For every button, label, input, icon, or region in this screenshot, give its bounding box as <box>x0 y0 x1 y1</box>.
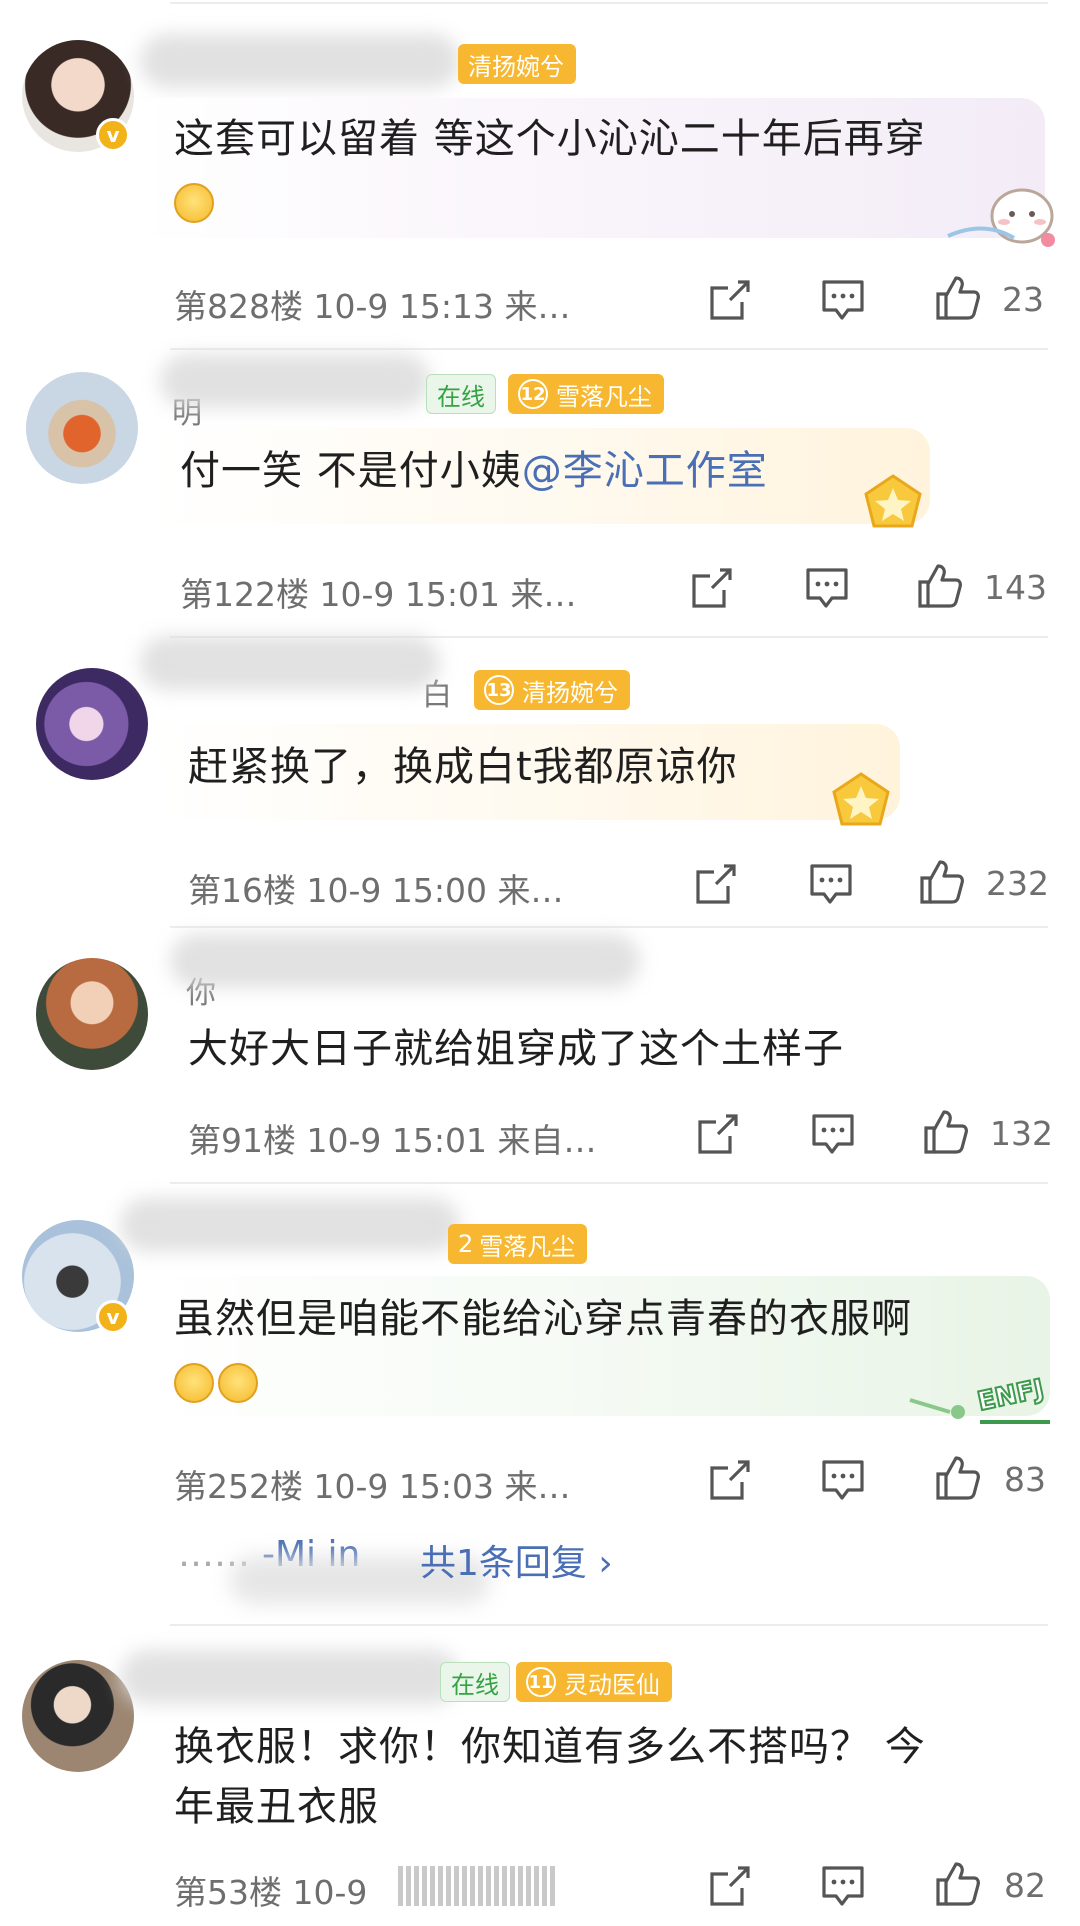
like-icon[interactable] <box>934 1860 982 1908</box>
like-icon[interactable] <box>916 562 964 610</box>
username-obscured <box>170 934 640 988</box>
comment-emoji <box>174 1350 262 1412</box>
view-replies-link[interactable]: 共1条回复 › <box>420 1534 613 1586</box>
comment-text-line2: 年最丑衣服 <box>174 1784 379 1830</box>
like-count: 23 <box>1002 280 1044 319</box>
user-badge-tag: 13 清扬婉兮 <box>474 670 630 710</box>
avatar[interactable] <box>22 1660 134 1772</box>
comment-meta: 第53楼 10-9 <box>174 1873 368 1912</box>
like-icon[interactable] <box>934 1454 982 1502</box>
share-icon[interactable] <box>694 862 738 906</box>
username-obscured <box>120 1198 460 1252</box>
divider <box>170 2 1048 4</box>
comment-icon[interactable] <box>808 862 854 906</box>
comment-text: 大好大日子就给姐穿成了这个土样子 <box>188 1026 844 1072</box>
user-badge-tag: 2 雪落凡尘 <box>448 1224 588 1264</box>
comment-icon[interactable] <box>820 1458 866 1502</box>
user-badge-tag: 12 雪落凡尘 <box>508 374 664 414</box>
comment-meta: 第16楼 10-9 15:00 来… <box>188 871 564 910</box>
comment-meta: 第252楼 10-9 15:03 来… <box>174 1467 571 1506</box>
cat-sticker-icon <box>947 188 1055 247</box>
like-count: 82 <box>1004 1866 1046 1905</box>
comment-text: 赶紧换了，换成白t我都原谅你 <box>188 744 738 790</box>
user-badge-tag: 清扬婉兮 <box>458 44 576 84</box>
like-icon[interactable] <box>918 858 966 906</box>
username-obscured <box>140 34 460 88</box>
share-icon[interactable] <box>690 566 734 610</box>
avatar[interactable] <box>26 372 138 484</box>
comment-icon[interactable] <box>820 1864 866 1908</box>
divider <box>170 1624 1048 1626</box>
comment-emoji <box>174 170 218 232</box>
mention-link[interactable]: @李沁工作室 <box>522 448 768 494</box>
username-obscured <box>140 636 440 690</box>
username-obscured <box>120 1650 460 1704</box>
verified-icon: v <box>96 1300 130 1334</box>
verified-icon: v <box>96 118 130 152</box>
star-medal-icon <box>832 772 890 826</box>
online-status: 在线 <box>440 1662 510 1702</box>
divider <box>170 1182 1048 1184</box>
share-icon[interactable] <box>708 1458 752 1502</box>
divider <box>170 348 1048 350</box>
avatar[interactable] <box>36 958 148 1070</box>
comment-icon[interactable] <box>804 566 850 610</box>
username-obscured <box>160 354 430 408</box>
svg-text:ENFJ: ENFJ <box>975 1374 1047 1417</box>
comment-meta: 第828楼 10-9 15:13 来… <box>174 287 571 326</box>
like-count: 232 <box>986 864 1049 903</box>
like-count: 83 <box>1004 1460 1046 1499</box>
like-count: 143 <box>984 568 1047 607</box>
online-status: 在线 <box>426 374 496 414</box>
comment-icon[interactable] <box>820 278 866 322</box>
comment-meta: 第91楼 10-9 15:01 来自… <box>188 1121 597 1160</box>
share-icon[interactable] <box>696 1112 740 1156</box>
like-icon[interactable] <box>934 274 982 322</box>
obscured-meta <box>398 1866 558 1906</box>
share-icon[interactable] <box>708 1864 752 1908</box>
comment-text: 付一笑 不是付小姨@李沁工作室 <box>180 448 768 494</box>
enfj-sticker-icon: ENFJ <box>909 1373 1050 1424</box>
divider <box>170 926 1048 928</box>
comment-text-line1: 换衣服！求你！你知道有多么不搭吗？ 今 <box>174 1724 926 1770</box>
comment-meta: 第122楼 10-9 15:01 来… <box>180 575 577 614</box>
comment-text: 虽然但是咱能不能给沁穿点青春的衣服啊 <box>174 1296 912 1342</box>
like-icon[interactable] <box>922 1108 970 1156</box>
share-icon[interactable] <box>708 278 752 322</box>
like-count: 132 <box>990 1114 1053 1153</box>
avatar[interactable] <box>36 668 148 780</box>
star-medal-icon <box>864 474 922 528</box>
comment-icon[interactable] <box>810 1112 856 1156</box>
user-badge-tag: 11 灵动医仙 <box>516 1662 672 1702</box>
comment-text: 这套可以留着 等这个小沁沁二十年后再穿 <box>174 116 926 162</box>
comment-list: v 清扬婉兮 这套可以留着 等这个小沁沁二十年后再穿 第828楼 10-9 15… <box>0 0 1080 1926</box>
